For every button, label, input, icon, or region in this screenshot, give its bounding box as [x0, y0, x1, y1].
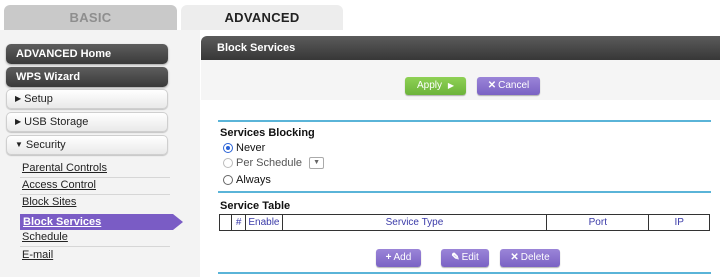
divider [218, 272, 711, 274]
schedule-select[interactable]: ▼ [309, 157, 325, 169]
divider [218, 120, 711, 122]
sidebar-subitem-access-control[interactable]: Access Control [22, 179, 96, 191]
radio-never-label: Never [236, 142, 266, 154]
sidebar-subitem-block-sites[interactable]: Block Sites [22, 196, 76, 208]
table-header-cell: # [231, 214, 247, 231]
divider [20, 194, 170, 195]
x-icon: ✕ [510, 252, 519, 263]
table-header-cell [218, 214, 233, 231]
radio-per-schedule[interactable] [223, 158, 233, 168]
radio-always-label: Always [236, 174, 271, 186]
delete-button[interactable]: ✕ Delete [500, 249, 560, 267]
radio-per-schedule-row[interactable]: Per Schedule ▼ [223, 156, 325, 170]
delete-label: Delete [520, 252, 550, 263]
divider [20, 246, 170, 247]
sidebar-item-security[interactable]: ▼ Security [6, 135, 168, 155]
sidebar: ADVANCED Home WPS Wizard ▶ Setup ▶ USB Sto… [0, 30, 200, 277]
radio-per-schedule-label: Per Schedule [236, 157, 303, 169]
add-button[interactable]: + Add [376, 249, 421, 267]
tab-advanced[interactable]: ADVANCED [181, 5, 343, 30]
sidebar-subitem-schedule[interactable]: Schedule [22, 231, 68, 243]
table-header-cell: IP [648, 214, 710, 231]
service-table-title: Service Table [220, 200, 291, 212]
sidebar-item-advanced-home[interactable]: ADVANCED Home [6, 44, 168, 64]
apply-label: Apply [417, 80, 443, 91]
add-label: Add [393, 252, 412, 263]
tab-basic[interactable]: BASIC [4, 5, 177, 30]
page-title: Block Services [201, 36, 720, 60]
pencil-icon: ✎ [451, 252, 460, 263]
x-icon: ✕ [487, 80, 497, 91]
triangle-right-icon: ▶ [15, 117, 22, 126]
cancel-label: Cancel [498, 80, 530, 91]
radio-always-row[interactable]: Always [223, 173, 271, 187]
sidebar-subitem-block-services[interactable]: Block Services [20, 214, 183, 230]
sidebar-item-label: Setup [24, 93, 53, 105]
table-header-cell: Service Type [281, 214, 548, 231]
radio-never-row[interactable]: Never [223, 141, 265, 155]
sidebar-item-wps-wizard[interactable]: WPS Wizard [6, 67, 168, 87]
divider [20, 177, 170, 178]
play-arrow-icon: ▶ [447, 81, 454, 90]
edit-label: Edit [461, 252, 479, 263]
table-header-cell: Port [546, 214, 650, 231]
chevron-down-icon: ▼ [313, 159, 321, 166]
radio-never[interactable] [223, 143, 233, 153]
edit-button[interactable]: ✎ Edit [441, 249, 489, 267]
plus-icon: + [385, 252, 392, 263]
cancel-button[interactable]: ✕ Cancel [477, 77, 540, 95]
tab-bar: BASIC ADVANCED [0, 0, 720, 30]
triangle-down-icon: ▼ [15, 140, 23, 149]
sidebar-subitem-email[interactable]: E-mail [22, 249, 53, 261]
table-header-cell: Enable [245, 214, 283, 231]
sidebar-item-setup[interactable]: ▶ Setup [6, 89, 168, 109]
triangle-right-icon: ▶ [15, 94, 22, 103]
service-table: # Enable Service Type Port IP [218, 214, 710, 231]
radio-always[interactable] [223, 175, 233, 185]
main-panel: Block Services Apply ▶ ✕ Cancel Services … [201, 36, 720, 277]
sidebar-item-label: Security [25, 139, 66, 151]
services-blocking-title: Services Blocking [220, 127, 315, 139]
sidebar-item-usb-storage[interactable]: ▶ USB Storage [6, 112, 168, 132]
apply-button[interactable]: Apply ▶ [405, 77, 466, 95]
sidebar-subitem-parental-controls[interactable]: Parental Controls [22, 162, 107, 174]
table-header-row: # Enable Service Type Port IP [218, 214, 710, 231]
sidebar-item-label: USB Storage [24, 116, 89, 128]
divider [218, 191, 711, 193]
